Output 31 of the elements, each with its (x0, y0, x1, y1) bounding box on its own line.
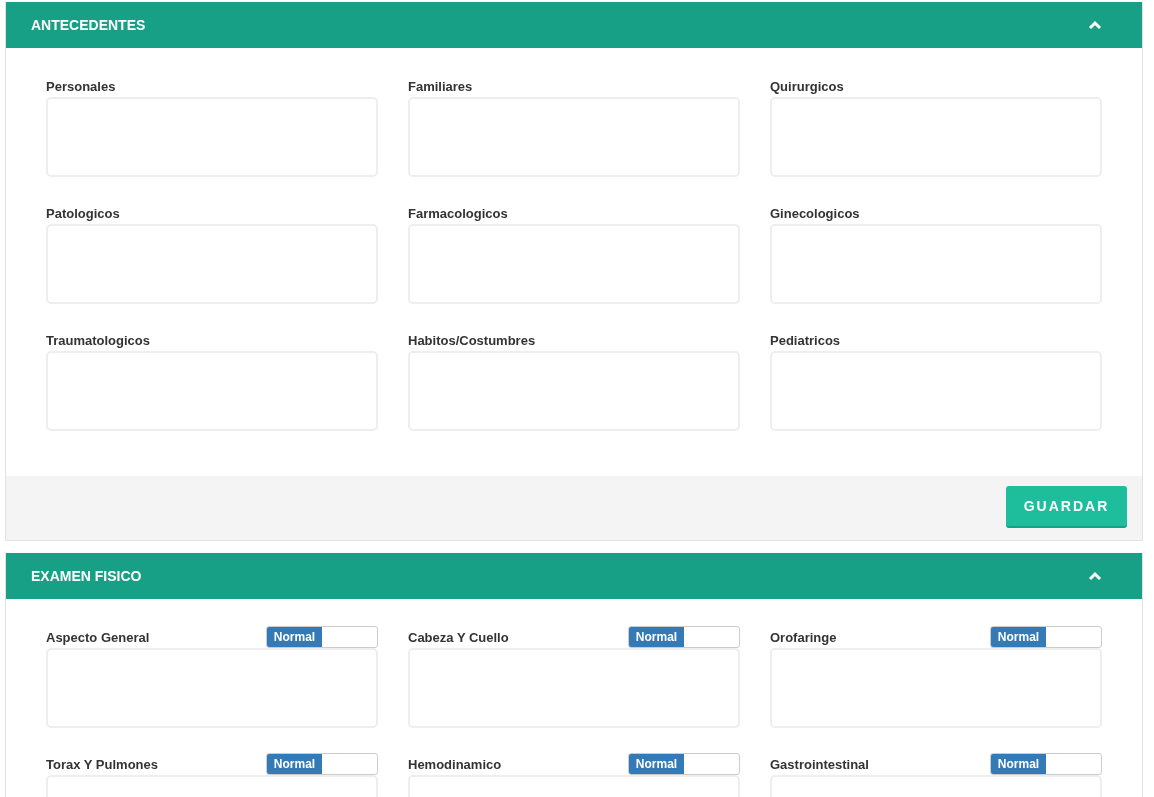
field-label: Farmacologicos (408, 205, 508, 221)
field-label: Torax Y Pulmones (46, 756, 158, 772)
save-button[interactable]: GUARDAR (1006, 486, 1127, 528)
field-label: Pediatricos (770, 332, 841, 348)
field-label: Habitos/Costumbres (408, 332, 536, 348)
field-label: Aspecto General (46, 629, 150, 645)
chevron-up-icon (1088, 20, 1102, 30)
field-label: Ginecologicos (770, 205, 860, 221)
text-area[interactable] (770, 648, 1102, 728)
toggle-switch[interactable]: Normal (990, 753, 1102, 775)
field-label: Patologicos (46, 205, 120, 221)
field-label: Quirurgicos (770, 78, 844, 94)
toggle-switch[interactable]: Normal (266, 626, 378, 648)
field-label: Orofaringe (770, 629, 837, 645)
collapse-button[interactable] (1088, 571, 1102, 581)
field-label: Hemodinamico (408, 756, 502, 772)
collapse-button[interactable] (1088, 20, 1102, 30)
panel-title: ANTECEDENTES (31, 17, 146, 33)
text-area[interactable] (408, 648, 740, 728)
toggle-switch[interactable]: Normal (628, 753, 740, 775)
toggle-switch[interactable]: Normal (990, 626, 1102, 648)
field-label: Cabeza Y Cuello (408, 629, 509, 645)
text-area[interactable] (46, 648, 378, 728)
panel-title: EXAMEN FISICO (31, 568, 142, 584)
chevron-up-icon (1088, 571, 1102, 581)
field-label: Familiares (408, 78, 473, 94)
toggle-switch[interactable]: Normal (266, 753, 378, 775)
field-label: Traumatologicos (46, 332, 151, 348)
field-label: Personales (46, 78, 116, 94)
field-label: Gastrointestinal (770, 756, 869, 772)
toggle-switch[interactable]: Normal (628, 626, 740, 648)
